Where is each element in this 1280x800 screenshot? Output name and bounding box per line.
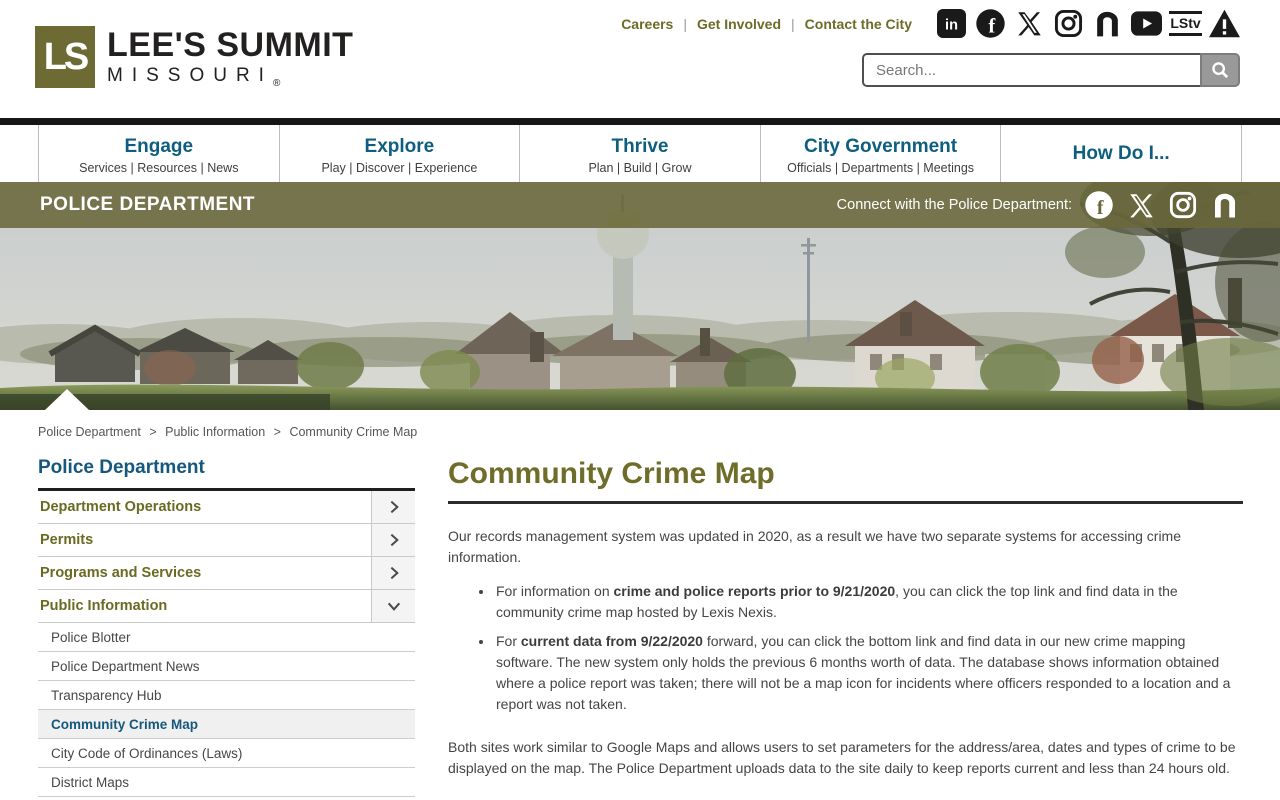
get-involved-link[interactable]: Get Involved bbox=[697, 16, 781, 32]
breadcrumb-police-department[interactable]: Police Department bbox=[38, 425, 141, 439]
department-title: POLICE DEPARTMENT bbox=[40, 194, 256, 215]
sidebar-item-programs-and-services[interactable]: Programs and Services bbox=[38, 557, 415, 590]
utility-links: Careers | Get Involved | Contact the Cit… bbox=[621, 16, 912, 32]
sidebar-subitem-police-blotter[interactable]: Police Blotter bbox=[38, 623, 415, 652]
breadcrumb: Police Department > Public Information >… bbox=[38, 425, 418, 439]
nextdoor-icon[interactable] bbox=[1210, 190, 1240, 220]
sites-paragraph: Both sites work similar to Google Maps a… bbox=[448, 738, 1236, 776]
nav-top-bar bbox=[0, 118, 1280, 125]
header-social-icons: in f LStv bbox=[936, 8, 1240, 39]
bullet-prior-data: For information on crime and police repo… bbox=[494, 581, 1243, 623]
chevron-right-icon[interactable] bbox=[371, 524, 415, 556]
site-logo[interactable]: LS LEE'S SUMMIT MISSOURI® bbox=[35, 26, 353, 89]
info-bullet-list: For information on crime and police repo… bbox=[494, 581, 1243, 715]
alert-icon[interactable] bbox=[1209, 8, 1240, 39]
sidebar-title[interactable]: Police Department bbox=[38, 457, 415, 491]
search-button[interactable] bbox=[1200, 53, 1240, 87]
department-banner: POLICE DEPARTMENT Connect with the Polic… bbox=[0, 182, 1280, 228]
sidebar-subitem-police-department-news[interactable]: Police Department News bbox=[38, 652, 415, 681]
lstv-icon[interactable]: LStv bbox=[1169, 8, 1202, 39]
sidebar-item-permits[interactable]: Permits bbox=[38, 524, 415, 557]
facebook-icon[interactable]: f bbox=[975, 8, 1006, 39]
page-title: Community Crime Map bbox=[448, 457, 775, 490]
logo-city-name: LEE'S SUMMIT bbox=[107, 26, 354, 64]
breadcrumb-community-crime-map[interactable]: Community Crime Map bbox=[289, 425, 417, 439]
sidebar-subitem-transparency-hub[interactable]: Transparency Hub bbox=[38, 681, 415, 710]
sidebar-subitem-city-code-of-ordinances[interactable]: City Code of Ordinances (Laws) bbox=[38, 739, 415, 768]
bullet-current-data: For current data from 9/22/2020 forward,… bbox=[494, 631, 1243, 715]
instagram-icon[interactable] bbox=[1053, 8, 1084, 39]
sidebar-item-department-operations[interactable]: Department Operations bbox=[38, 491, 415, 524]
logo-ls-mark-icon: LS bbox=[35, 26, 95, 88]
intro-paragraph: Our records management system was update… bbox=[448, 528, 1182, 566]
nav-item-thrive[interactable]: Thrive Plan | Build | Grow bbox=[519, 125, 760, 182]
site-header: LS LEE'S SUMMIT MISSOURI® Careers | Get … bbox=[0, 0, 1280, 118]
hero-notch bbox=[45, 389, 89, 410]
chevron-right-icon[interactable] bbox=[371, 491, 415, 523]
nav-item-how-do-i[interactable]: How Do I... bbox=[1000, 125, 1242, 182]
link-separator: | bbox=[791, 15, 795, 32]
hero-section: POLICE DEPARTMENT Connect with the Polic… bbox=[0, 182, 1280, 410]
x-twitter-icon[interactable] bbox=[1014, 8, 1045, 39]
title-rule bbox=[448, 501, 1243, 504]
x-twitter-icon[interactable] bbox=[1126, 190, 1156, 220]
sidebar: Police Department Department Operations … bbox=[38, 457, 415, 800]
careers-link[interactable]: Careers bbox=[621, 16, 673, 32]
breadcrumb-public-information[interactable]: Public Information bbox=[165, 425, 265, 439]
nav-item-city-government[interactable]: City Government Officials | Departments … bbox=[759, 125, 1001, 182]
facebook-icon[interactable]: f bbox=[1084, 190, 1114, 220]
instagram-icon[interactable] bbox=[1168, 190, 1198, 220]
contact-city-link[interactable]: Contact the City bbox=[805, 16, 912, 32]
youtube-icon[interactable] bbox=[1131, 8, 1162, 39]
nextdoor-icon[interactable] bbox=[1092, 8, 1123, 39]
sidebar-item-public-information[interactable]: Public Information bbox=[38, 590, 415, 623]
svg-text:in: in bbox=[945, 18, 958, 34]
main-navigation: Engage Services | Resources | News Explo… bbox=[38, 125, 1242, 182]
chevron-right-icon[interactable] bbox=[371, 557, 415, 589]
sidebar-subitem-community-crime-map[interactable]: Community Crime Map bbox=[38, 710, 415, 739]
svg-text:f: f bbox=[1097, 197, 1104, 219]
search-icon bbox=[1212, 62, 1229, 79]
sidebar-subitem-district-maps[interactable]: District Maps bbox=[38, 768, 415, 797]
nav-item-engage[interactable]: Engage Services | Resources | News bbox=[38, 125, 279, 182]
connect-label: Connect with the Police Department: bbox=[836, 197, 1072, 213]
search-input[interactable] bbox=[862, 53, 1200, 87]
svg-text:f: f bbox=[988, 16, 996, 38]
registered-mark: ® bbox=[272, 77, 281, 89]
linkedin-icon[interactable]: in bbox=[936, 8, 967, 39]
link-separator: | bbox=[683, 15, 687, 32]
nav-item-explore[interactable]: Explore Play | Discover | Experience bbox=[278, 125, 520, 182]
chevron-down-icon[interactable] bbox=[371, 590, 415, 622]
logo-state-name: MISSOURI® bbox=[107, 65, 281, 89]
site-search bbox=[862, 53, 1240, 87]
main-content: Community Crime Map Our records manageme… bbox=[448, 457, 1243, 800]
